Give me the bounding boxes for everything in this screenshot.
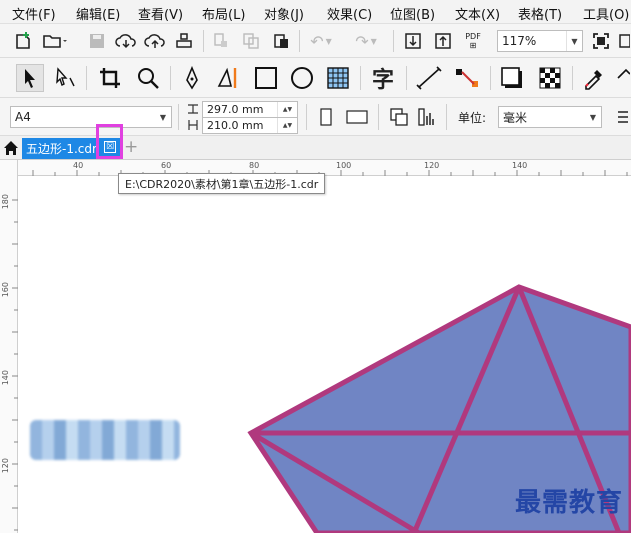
- chevron-down-icon: ▼: [589, 112, 597, 122]
- current-page-icon[interactable]: [416, 106, 438, 128]
- ruler-label: 60: [161, 161, 172, 170]
- all-pages-icon[interactable]: [388, 106, 410, 128]
- undo-icon[interactable]: ↶ ▼: [305, 30, 337, 52]
- menu-file[interactable]: 文件(F): [12, 4, 56, 23]
- shape-tool-icon[interactable]: [52, 64, 80, 92]
- spinner-icon[interactable]: ▲▼: [277, 102, 297, 117]
- ruler-label: 40: [73, 161, 84, 170]
- landscape-icon[interactable]: [344, 106, 370, 128]
- menu-bar: 文件(F) 编辑(E) 查看(V) 布局(L) 对象(J) 效果(C) 位图(B…: [0, 0, 631, 24]
- page-height-input[interactable]: 210.0 mm ▲▼: [202, 117, 298, 134]
- ellipse-tool-icon[interactable]: [288, 64, 316, 92]
- zoom-tool-icon[interactable]: [134, 64, 162, 92]
- pdf-icon[interactable]: PDF ⊞: [462, 30, 484, 52]
- add-tab-icon[interactable]: +: [124, 137, 138, 157]
- unit-value: 毫米: [503, 110, 528, 125]
- redo-icon[interactable]: ↷ ▼: [350, 30, 382, 52]
- print-icon[interactable]: [172, 30, 196, 52]
- page-width-input[interactable]: 297.0 mm ▲▼: [202, 101, 298, 118]
- ruler-label: 180: [1, 194, 10, 210]
- ruler-label: 80: [249, 161, 260, 170]
- menu-object[interactable]: 对象(J): [264, 4, 304, 23]
- standard-toolbar: ↶ ▼ ↷ ▼ PDF ⊞ 117% ▼: [0, 24, 631, 58]
- menu-bitmaps[interactable]: 位图(B): [390, 4, 435, 23]
- paste-icon[interactable]: [270, 30, 292, 52]
- zoom-value: 117%: [502, 34, 537, 48]
- file-path-tooltip: E:\CDR2020\素材\第1章\五边形-1.cdr: [118, 173, 326, 194]
- new-document-icon[interactable]: [12, 30, 34, 52]
- eyedropper-tool-icon[interactable]: [580, 64, 608, 92]
- text-tool-icon[interactable]: 字: [368, 64, 398, 93]
- options-icon[interactable]: [616, 30, 631, 52]
- page-size-select[interactable]: A4 ▼: [10, 106, 172, 128]
- page-height-icon: [186, 118, 200, 132]
- toolbox: 字: [0, 58, 631, 98]
- property-bar: A4 ▼ 297.0 mm ▲▼ 210.0 mm ▲▼ 单位: 毫米 ▼: [0, 98, 631, 136]
- export-icon[interactable]: [432, 30, 454, 52]
- import-icon[interactable]: [402, 30, 424, 52]
- watermark: 最需教育: [514, 488, 623, 518]
- zoom-select[interactable]: 117% ▼: [497, 30, 583, 52]
- chevron-down-icon: ▼: [566, 31, 582, 51]
- pentagon-shape[interactable]: [19, 177, 631, 533]
- vertical-ruler[interactable]: 180 160 140 120: [0, 160, 18, 533]
- ruler-label: 140: [1, 370, 10, 386]
- rectangle-tool-icon[interactable]: [252, 64, 280, 92]
- connector-tool-icon[interactable]: [452, 64, 482, 92]
- copy-icon[interactable]: [240, 30, 262, 52]
- ruler-label: 120: [1, 458, 10, 474]
- graph-paper-tool-icon[interactable]: [324, 64, 352, 92]
- blurred-object: [30, 420, 180, 460]
- menu-text[interactable]: 文本(X): [455, 4, 500, 23]
- cloud-download-icon[interactable]: [114, 30, 138, 52]
- crop-tool-icon[interactable]: [96, 64, 124, 92]
- menu-table[interactable]: 表格(T): [518, 4, 562, 23]
- menu-edit[interactable]: 编辑(E): [76, 4, 120, 23]
- transparency-tool-icon[interactable]: [536, 64, 564, 92]
- parallel-dimension-icon[interactable]: [414, 64, 444, 92]
- artistic-media-icon[interactable]: [214, 64, 244, 92]
- cloud-upload-icon[interactable]: [143, 30, 167, 52]
- drawing-canvas[interactable]: [19, 177, 631, 533]
- close-icon[interactable]: ☒: [104, 141, 116, 153]
- nudge-distance-icon[interactable]: [612, 106, 631, 128]
- page-width-value: 297.0 mm: [207, 103, 264, 116]
- full-screen-icon[interactable]: [590, 30, 612, 52]
- tab-document-title: 五边形-1.cdr: [26, 142, 97, 156]
- freehand-tool-icon[interactable]: [178, 64, 206, 92]
- drop-shadow-icon[interactable]: [498, 64, 528, 92]
- interactive-fill-icon[interactable]: [614, 64, 631, 92]
- spinner-icon[interactable]: ▲▼: [277, 118, 297, 133]
- save-icon[interactable]: [86, 30, 108, 52]
- page-width-icon: [186, 102, 200, 116]
- menu-layout[interactable]: 布局(L): [202, 4, 245, 23]
- menu-effects[interactable]: 效果(C): [327, 4, 372, 23]
- unit-label: 单位:: [458, 111, 487, 125]
- ruler-label: 140: [512, 161, 528, 170]
- menu-tools[interactable]: 工具(O): [583, 4, 629, 23]
- unit-select[interactable]: 毫米 ▼: [498, 106, 602, 128]
- ruler-label: 120: [424, 161, 440, 170]
- home-icon[interactable]: [2, 139, 20, 157]
- page-size-value: A4: [15, 110, 31, 124]
- ruler-label: 160: [1, 282, 10, 298]
- chevron-down-icon: ▼: [159, 112, 167, 122]
- open-folder-icon[interactable]: [42, 30, 68, 52]
- portrait-icon[interactable]: [316, 106, 336, 128]
- cut-icon[interactable]: [210, 30, 232, 52]
- ruler-label: 100: [336, 161, 352, 170]
- menu-view[interactable]: 查看(V): [138, 4, 183, 23]
- pick-tool-icon[interactable]: [16, 64, 44, 92]
- page-height-value: 210.0 mm: [207, 119, 264, 132]
- document-tab-bar: 五边形-1.cdr ☒ +: [0, 136, 631, 160]
